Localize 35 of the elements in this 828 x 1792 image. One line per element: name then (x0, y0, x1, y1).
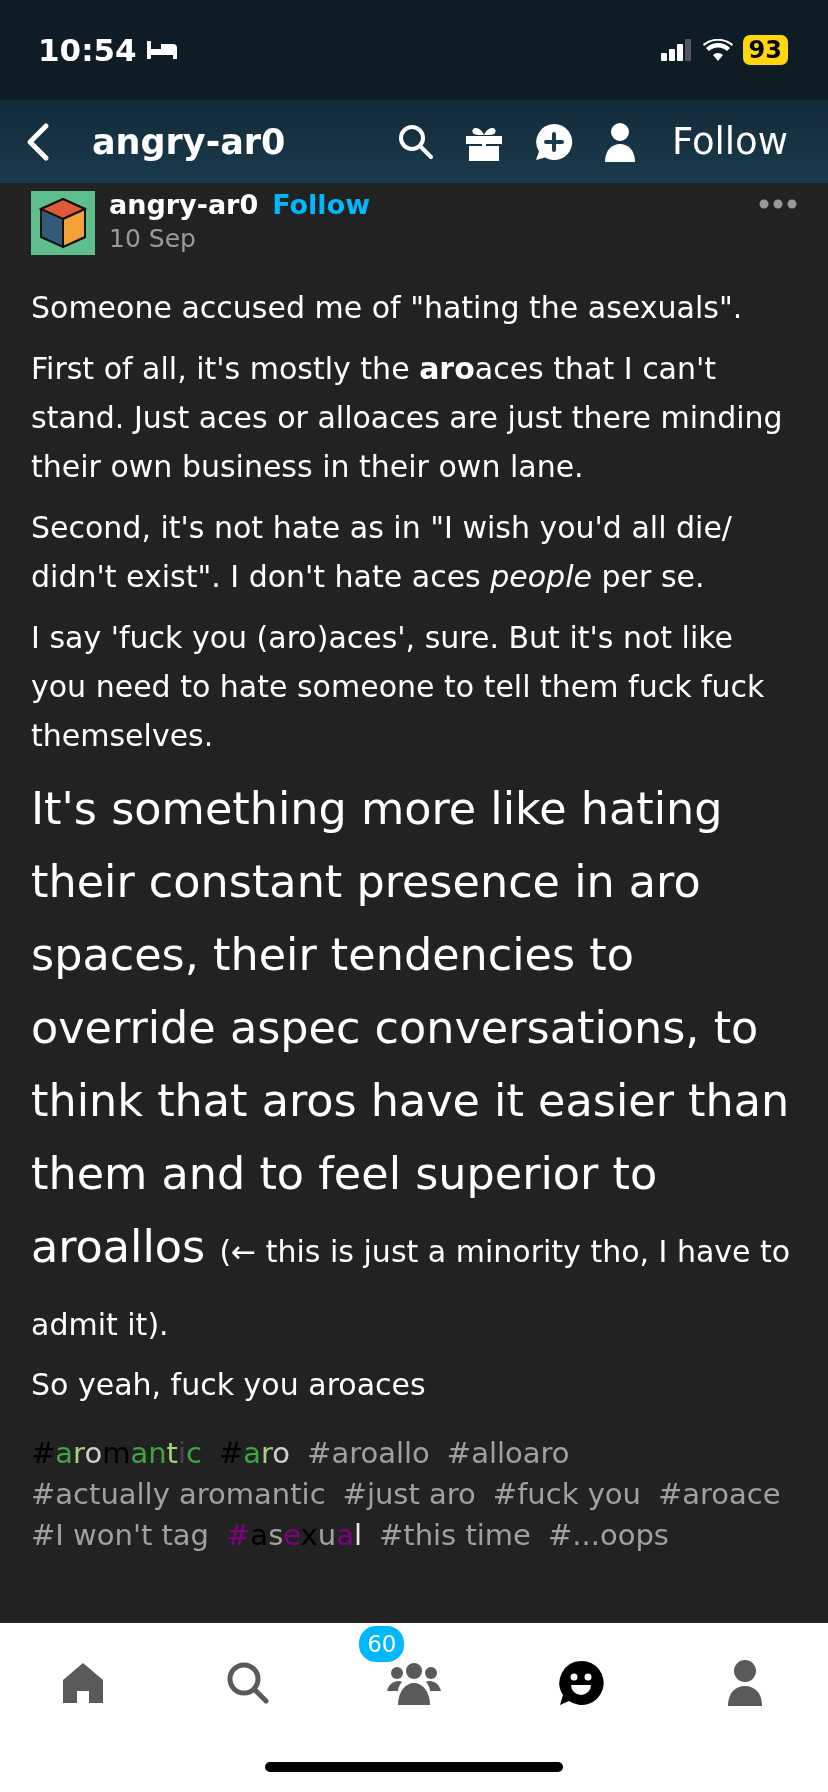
search-icon[interactable] (226, 1661, 271, 1705)
bed-icon (144, 39, 179, 61)
chat-plus-icon[interactable] (533, 121, 574, 162)
status-time: 10:54 (38, 32, 137, 68)
paragraph: So yeah, fuck you aroaces (31, 1366, 427, 1404)
tag-link[interactable]: #I won't tag (31, 1515, 210, 1556)
tag-link[interactable]: #...oops (547, 1515, 669, 1556)
author-name[interactable]: angry-ar0 (109, 189, 259, 220)
post-date: 10 Sep (109, 224, 197, 253)
paragraph: First of all, it's mostly the aroaces that I can't stand. Just aces or alloaces are just there minding their own business in their own lane. (31, 350, 784, 486)
tag-link[interactable]: #actually aromantic (31, 1474, 326, 1515)
more-icon[interactable] (759, 199, 797, 209)
follow-button[interactable]: Follow (671, 120, 788, 163)
tag-link[interactable]: #aro (218, 1433, 291, 1474)
paragraph: I say 'fuck you (aro)aces', sure. But it's not like you need to hate someone to tell them fuck fuck themselves. (31, 619, 766, 755)
tag-link[interactable]: #fuck you (492, 1474, 641, 1515)
search-icon[interactable] (397, 123, 434, 160)
follow-link[interactable]: Follow (272, 189, 371, 220)
tag-link[interactable]: #alloaro (446, 1433, 570, 1474)
signal-icon (660, 39, 693, 61)
home-icon[interactable] (60, 1661, 105, 1705)
tag-link[interactable]: #aroace (658, 1474, 781, 1515)
person-icon[interactable] (727, 1660, 764, 1706)
paragraph: Someone accused me of "hating the asexuals". (31, 289, 744, 327)
battery-level: 93 (742, 35, 788, 65)
paragraph: Second, it's not hate as in "I wish you'd all die/ didn't exist". I don't hate aces people per se. (31, 509, 733, 596)
person-icon[interactable] (603, 121, 636, 162)
avatar-icon[interactable] (31, 191, 95, 255)
people-icon[interactable] (386, 1661, 442, 1705)
tag-link[interactable]: #just aro (342, 1474, 476, 1515)
large-paragraph: It's something more like hating their constant presence in aro spaces, their tendencies to override aspec conversations, to think that aros have it easier than them and to feel superior to aroallos (← this is just a minority tho, I have to admit it). (31, 782, 792, 1344)
wifi-icon (702, 39, 733, 61)
tag-link[interactable]: #aroallo (307, 1433, 430, 1474)
tag-link[interactable]: #this time (379, 1515, 531, 1556)
blog-title: angry-ar0 (92, 121, 286, 162)
